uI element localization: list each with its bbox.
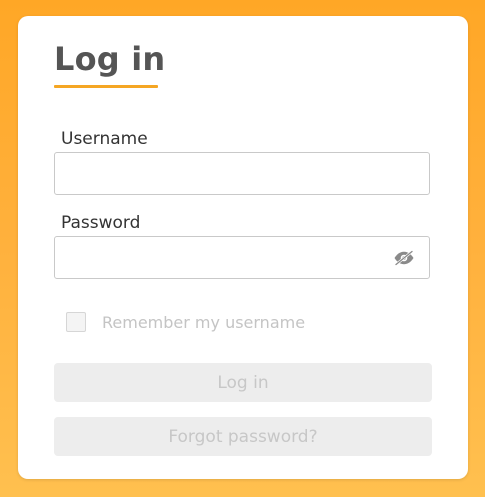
remember-checkbox[interactable] [66, 312, 86, 332]
username-label: Username [61, 129, 148, 149]
password-input[interactable] [55, 237, 429, 278]
eye-slash-icon[interactable] [393, 250, 415, 266]
login-button[interactable]: Log in [54, 363, 432, 402]
page-title: Log in [54, 40, 166, 78]
title-underline [54, 85, 158, 88]
password-field-container [54, 236, 430, 279]
remember-username-row[interactable]: Remember my username [66, 312, 305, 332]
remember-label: Remember my username [102, 312, 306, 332]
username-field-container [54, 152, 430, 195]
forgot-password-button[interactable]: Forgot password? [54, 417, 432, 456]
login-card: Log in Username Password Remember my use… [18, 16, 468, 479]
password-label: Password [61, 213, 141, 233]
username-input[interactable] [55, 153, 429, 194]
